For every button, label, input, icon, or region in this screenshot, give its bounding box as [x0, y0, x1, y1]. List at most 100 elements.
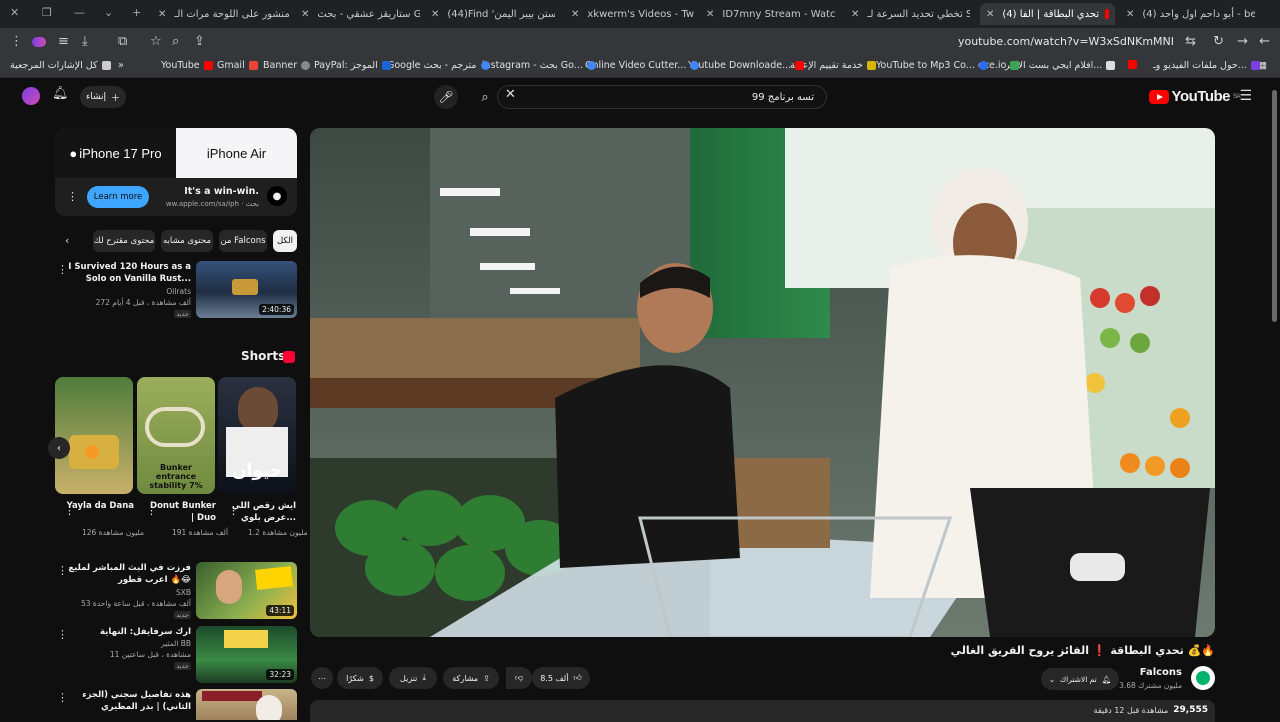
bookmark-star-icon[interactable]: ☆ [150, 34, 162, 49]
list-item[interactable]: 2:40:36 I Survived 120 Hours as a Solo o… [55, 261, 297, 319]
channel-name-main[interactable]: Falcons [1140, 667, 1182, 678]
list-item[interactable]: 32:23 ارك سرفايفل: النهاية المثير BB 11 … [55, 626, 297, 684]
channel-avatar[interactable] [1191, 666, 1215, 690]
chip-similar[interactable]: محتوى مشابه [161, 230, 213, 252]
ad-more-icon[interactable]: ⋮ [67, 190, 78, 203]
create-button[interactable]: إنشاء ＋ [80, 86, 126, 108]
site-settings-icon[interactable]: ⇆ [1185, 34, 1196, 49]
more-options-icon[interactable]: ⋮ [57, 564, 68, 577]
restore-window-icon[interactable]: ❐ [42, 6, 52, 19]
more-options-icon[interactable]: ⋮ [57, 628, 68, 641]
list-item[interactable]: هذه تفاصيل سجني (الجزء الثاني) | بدر الم… [55, 689, 297, 720]
zoom-icon[interactable]: ⌕ [172, 34, 179, 49]
bookmark-item[interactable]: حول ملفات الفيديو وـ... [1153, 60, 1260, 71]
video-thumbnail[interactable] [196, 689, 297, 720]
browser-tab[interactable]: ✕ (4) أبو داحم اول واحد - be [1120, 3, 1255, 25]
browser-tab[interactable]: ✕ تخطي تحديد السرعة لـ STC [845, 3, 970, 25]
channel-name[interactable]: Oilrats [166, 287, 191, 296]
media-controls-icon[interactable]: ≡ [58, 34, 69, 49]
channel-name[interactable]: المثير BB [161, 639, 191, 648]
download-button[interactable]: تنزيل ⤓ [389, 667, 437, 689]
close-tab-icon[interactable]: ✕ [706, 9, 714, 20]
scrollbar[interactable] [1272, 90, 1277, 322]
chip-from-channel[interactable]: من Falcons [219, 230, 267, 252]
close-window-icon[interactable]: ✕ [10, 6, 19, 19]
profile-icon[interactable] [32, 37, 46, 47]
more-options-icon[interactable]: ⋮ [57, 691, 68, 704]
description-box[interactable] [310, 700, 1215, 722]
video-title[interactable]: I Survived 120 Hours as a Solo on Vanill… [61, 261, 191, 285]
bookmark-item[interactable]: PayPal: الموجز [314, 60, 391, 71]
ad-learn-more-button[interactable]: Learn more [87, 186, 149, 208]
chip-recommended[interactable]: محتوى مقترح لك [93, 230, 155, 252]
bookmark-item[interactable]: Banner [263, 60, 311, 71]
shorts-prev-button[interactable]: ‹ [48, 437, 70, 459]
minimize-window-icon[interactable]: — [74, 6, 85, 19]
voice-search-button[interactable]: 🎤︎ [434, 85, 458, 109]
channel-name[interactable]: SXB [176, 588, 191, 597]
new-tab-icon[interactable]: + [132, 6, 141, 19]
close-tab-icon[interactable]: ✕ [158, 9, 166, 20]
bookmark-item[interactable]: Youtube Downloade... [688, 60, 805, 71]
video-player[interactable] [310, 128, 1215, 637]
bookmark-item[interactable]: Google مترجم - بحث [387, 60, 490, 71]
download-icon[interactable]: ⤓ [82, 34, 88, 49]
share-page-icon[interactable]: ⇪ [194, 34, 205, 49]
close-tab-icon[interactable]: ✕ [1126, 9, 1134, 20]
short-card[interactable] [55, 377, 133, 494]
share-button[interactable]: مشاركة ⇪ [443, 667, 499, 689]
youtube-logo[interactable]: YouTube SA [1148, 88, 1241, 105]
close-tab-icon[interactable]: ✕ [301, 9, 309, 20]
browser-tab[interactable]: ✕ ID7mny Stream - Watch L [700, 3, 835, 25]
more-options-icon[interactable]: ⋮ [146, 504, 157, 517]
search-input[interactable]: تسه برنامج 99 [497, 85, 827, 109]
notifications-icon[interactable]: 🔔︎ [52, 86, 69, 101]
browser-tab-active[interactable]: ✕ (4) تحدي البطاقة | الفا [980, 3, 1115, 25]
close-tab-icon[interactable]: ✕ [431, 9, 439, 20]
video-title[interactable]: ارك سرفايفل: النهاية [61, 626, 191, 638]
video-thumbnail[interactable]: 2:40:36 [196, 261, 297, 318]
clear-search-icon[interactable]: ✕ [505, 87, 516, 102]
url-field[interactable]: youtube.com/watch?v=W3xSdNKmMNI [958, 35, 1174, 48]
sidebar-ad[interactable]: ● iPhone 17 Pro iPhone Air ● It's a win-… [55, 128, 297, 216]
video-thumbnail[interactable]: 32:23 [196, 626, 297, 683]
more-actions-button[interactable]: ⋯ [311, 667, 333, 689]
menu-dots-icon[interactable]: ⋮ [10, 34, 23, 49]
bookmark-item[interactable] [1128, 60, 1137, 69]
search-button[interactable]: ⌕ [470, 85, 500, 109]
more-options-icon[interactable]: ⋮ [228, 504, 239, 517]
bookmark-item[interactable]: YouTube [161, 60, 213, 71]
like-button[interactable]: 8.5 ألف 👍︎ [532, 667, 590, 689]
bookmark-item[interactable]: instagram - بحث Go... [482, 60, 596, 71]
reload-icon[interactable]: ↻ [1213, 34, 1224, 49]
bookmark-item[interactable]: YouTube to Mp3 Co... [876, 60, 988, 71]
short-card[interactable]: حيوان [218, 377, 296, 494]
video-title[interactable]: هذه تفاصيل سجني (الجزء الثاني) | بدر الم… [61, 689, 191, 713]
short-card[interactable]: Bunker entrance stability 7% [137, 377, 215, 494]
list-item[interactable]: 43:11 فرزت في البث المباشر لمليع اعرب قط… [55, 562, 297, 620]
browser-tab[interactable]: ✕ (44)Find 'جستن بيبر اليمن [425, 3, 555, 25]
more-bookmarks-icon[interactable]: » [118, 60, 124, 71]
bookmark-item[interactable]: افلام ايجي بست الاكثر... [1005, 60, 1116, 71]
back-icon[interactable]: ← [1259, 34, 1270, 49]
forward-icon[interactable]: → [1237, 34, 1248, 49]
bookmark-item[interactable]: Online Video Cutter... [585, 60, 700, 71]
more-options-icon[interactable]: ⋮ [64, 504, 75, 517]
thanks-button[interactable]: شكرًا $ [337, 667, 383, 689]
chevron-left-icon[interactable]: ‹ [65, 234, 69, 247]
avatar[interactable] [22, 87, 40, 105]
browser-tab[interactable]: ✕ منشور على اللوحة مرات الـ [152, 3, 292, 25]
chip-all[interactable]: الكل [273, 230, 297, 252]
browser-tab[interactable]: ✕ ستاريقز عشقي - بحث Google [295, 3, 420, 25]
browser-tab[interactable]: ✕ xkwerm's Videos - Twitch [565, 3, 695, 25]
dislike-button[interactable]: 👎︎ [506, 667, 532, 689]
video-title[interactable]: فرزت في البث المباشر لمليع اعرب قطور 🔥😂 [61, 562, 191, 586]
extensions-icon[interactable]: ⧉ [118, 34, 127, 49]
close-tab-icon[interactable]: ✕ [571, 9, 579, 20]
more-options-icon[interactable]: ⋮ [57, 263, 68, 276]
bookmark-item[interactable]: Gmail [217, 60, 258, 71]
close-tab-icon[interactable]: ✕ [851, 9, 859, 20]
tab-search-icon[interactable]: ⌄ [104, 6, 113, 19]
close-tab-icon[interactable]: ✕ [986, 9, 994, 20]
menu-icon[interactable]: ☰ [1239, 88, 1252, 104]
